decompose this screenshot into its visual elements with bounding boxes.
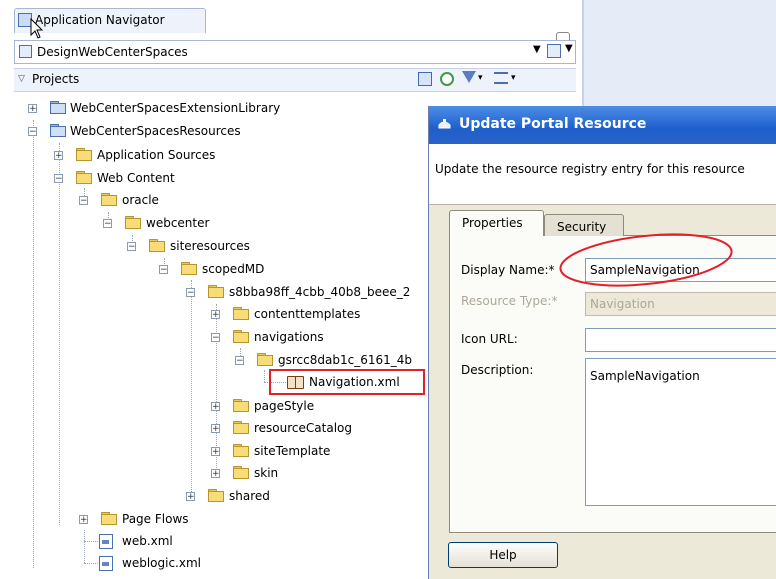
help-button-label: Help: [489, 548, 517, 562]
chevron-down-icon: ▼: [565, 43, 573, 54]
folder-icon: [76, 148, 92, 161]
folder-icon: [208, 489, 224, 502]
tree-node-label: resourceCatalog: [254, 421, 352, 435]
description-label: Description:: [461, 363, 534, 377]
expand-icon[interactable]: +: [211, 424, 220, 434]
refresh-icon[interactable]: [440, 72, 454, 86]
folder-icon: [233, 421, 249, 434]
icon-url-field[interactable]: [585, 328, 776, 352]
tree-node-label: webcenter: [146, 216, 210, 230]
search-icon[interactable]: [418, 72, 432, 86]
collapse-icon[interactable]: −: [54, 174, 63, 184]
description-value: SampleNavigation: [590, 369, 700, 383]
chevron-down-icon[interactable]: ▾: [511, 73, 516, 83]
tree-node-label: WebCenterSpacesResources: [70, 124, 241, 138]
application-icon: [19, 45, 32, 58]
collapse-icon[interactable]: ▽: [18, 74, 25, 84]
tree-node-label: siteTemplate: [254, 444, 331, 458]
tab-properties[interactable]: Properties: [449, 210, 544, 236]
folder-icon: [208, 285, 224, 298]
help-button[interactable]: Help: [448, 542, 558, 568]
tree-node-label: scopedMD: [202, 262, 265, 276]
tree-node-label: pageStyle: [254, 399, 315, 413]
tree-node-label: Page Flows: [122, 512, 189, 526]
folder-icon: [125, 216, 141, 229]
sort-icon[interactable]: [494, 72, 508, 84]
folder-icon: [101, 193, 117, 206]
tab-label: Properties: [462, 216, 523, 230]
filter-icon[interactable]: [462, 71, 476, 83]
xml-file-icon: [99, 534, 113, 549]
resource-icon: [438, 119, 451, 129]
expand-icon[interactable]: +: [186, 492, 195, 502]
expand-icon[interactable]: +: [211, 469, 220, 479]
update-portal-resource-dialog: Update Portal Resource Update the resour…: [428, 106, 776, 579]
projects-label: Projects: [32, 72, 80, 86]
tree-node-label: weblogic.xml: [122, 556, 201, 570]
application-menu-button[interactable]: ▼: [547, 43, 575, 61]
folder-icon: [233, 307, 249, 320]
expand-icon[interactable]: +: [211, 402, 220, 412]
collapse-icon[interactable]: −: [235, 356, 244, 366]
application-menu-icon: [547, 44, 561, 58]
expand-icon[interactable]: +: [211, 447, 220, 457]
collapse-icon[interactable]: −: [127, 242, 136, 252]
dialog-titlebar[interactable]: Update Portal Resource: [429, 106, 776, 144]
tree-node-label: oracle: [122, 193, 159, 207]
tree-node-label: contenttemplates: [254, 307, 361, 321]
chevron-down-icon[interactable]: ▾: [478, 73, 483, 83]
folder-icon: [257, 353, 273, 366]
collapse-icon[interactable]: −: [186, 288, 195, 298]
projects-header: ▽ Projects ▾ ▾: [14, 68, 576, 92]
application-name: DesignWebCenterSpaces: [37, 45, 188, 59]
icon-url-label: Icon URL:: [461, 332, 518, 346]
expand-icon[interactable]: +: [28, 104, 37, 114]
navigator-tab-title: Application Navigator: [35, 13, 165, 27]
resource-type-value: Navigation: [590, 297, 655, 311]
folder-icon: [233, 330, 249, 343]
application-selector[interactable]: DesignWebCenterSpaces ▼ ▼: [14, 40, 576, 64]
resource-type-field: Navigation: [585, 292, 776, 316]
tree-node-label: siteresources: [170, 239, 250, 253]
dialog-description-area: Update the resource registry entry for t…: [429, 144, 776, 205]
description-field[interactable]: SampleNavigation: [585, 358, 776, 506]
expand-icon[interactable]: +: [211, 310, 220, 320]
collapse-icon[interactable]: −: [159, 265, 168, 275]
chevron-down-icon[interactable]: ▼: [533, 44, 541, 55]
folder-icon: [101, 512, 117, 525]
folder-icon: [233, 399, 249, 412]
folder-icon: [76, 171, 92, 184]
tree-node-label: WebCenterSpacesExtensionLibrary: [70, 101, 281, 115]
tree-node-label: web.xml: [122, 534, 173, 548]
display-name-label: Display Name:*: [461, 263, 555, 277]
collapse-icon[interactable]: −: [103, 219, 112, 229]
tree-node-label: s8bba98ff_4cbb_40b8_beee_2: [229, 285, 411, 299]
collapse-icon[interactable]: −: [79, 196, 88, 206]
collapse-icon[interactable]: −: [211, 333, 220, 343]
tree-node-label: skin: [254, 466, 279, 480]
tree-node-label: Application Sources: [97, 148, 216, 162]
tree-node-label: Web Content: [97, 171, 175, 185]
project-icon: [50, 101, 66, 114]
expand-icon[interactable]: +: [54, 151, 63, 161]
collapse-icon[interactable]: −: [28, 127, 37, 137]
project-icon: [50, 124, 66, 137]
xml-file-icon: [99, 556, 113, 571]
dialog-description: Update the resource registry entry for t…: [435, 162, 745, 176]
tree-node-label: gsrcc8dab1c_6161_4b: [278, 353, 412, 367]
folder-icon: [181, 262, 197, 275]
dialog-title: Update Portal Resource: [459, 116, 647, 132]
folder-icon: [233, 466, 249, 479]
resource-type-label: Resource Type:*: [461, 294, 558, 308]
folder-icon: [233, 444, 249, 457]
tree-node-label: shared: [229, 489, 270, 503]
expand-icon[interactable]: +: [79, 515, 88, 525]
mouse-pointer-icon: [30, 18, 44, 39]
highlight-box: [269, 369, 425, 395]
folder-icon: [149, 239, 165, 252]
tree-node-label: navigations: [254, 330, 324, 344]
highlight-ellipse: [559, 233, 733, 287]
